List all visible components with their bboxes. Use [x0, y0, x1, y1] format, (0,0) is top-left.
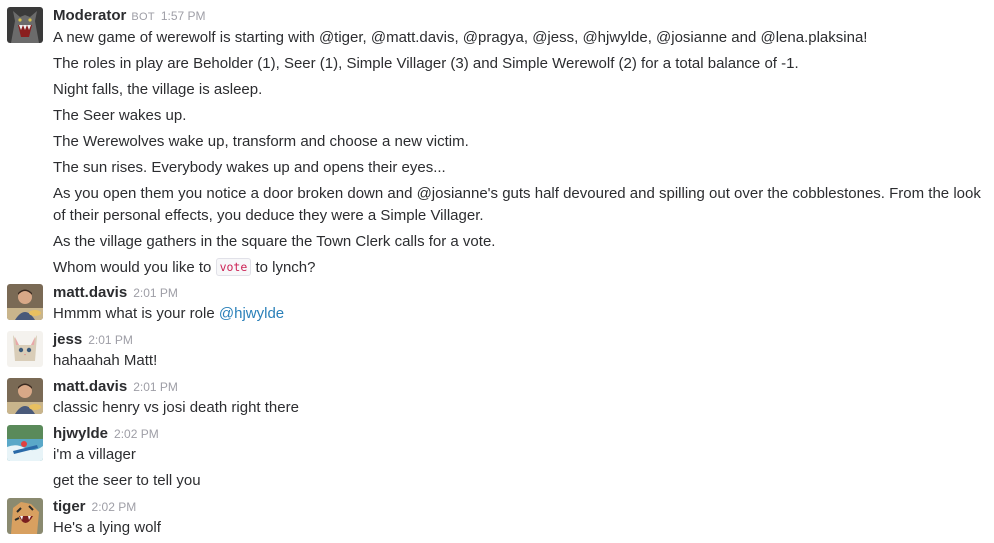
message-line: As you open them you notice a door broke…: [53, 185, 981, 224]
message-line: The sun rises. Everybody wakes up and op…: [53, 159, 446, 176]
message-line: The Werewolves wake up, transform and ch…: [53, 133, 469, 150]
wolf-avatar-icon[interactable]: [7, 7, 43, 43]
author-name[interactable]: matt.davis: [53, 378, 127, 395]
timestamp[interactable]: 1:57 PM: [161, 9, 206, 23]
vote-line-before: Whom would you like to: [53, 259, 216, 276]
author-name[interactable]: hjwylde: [53, 425, 108, 442]
message-line: A new game of werewolf is starting with …: [53, 29, 868, 46]
vote-line: Whom would you like to vote to lynch?: [53, 257, 988, 279]
message-line: As the village gathers in the square the…: [53, 233, 496, 250]
vote-code: vote: [215, 258, 252, 276]
message-header: tiger 2:02 PM: [53, 498, 136, 518]
timestamp[interactable]: 2:02 PM: [114, 427, 159, 441]
message-jess: jess 2:01 PM hahaahah Matt!: [0, 331, 994, 377]
message-hjwylde: hjwylde 2:02 PM i'm a villager get the se…: [0, 425, 994, 497]
message-moderator: Moderator BOT 1:57 PM A new game of werewo…: [0, 0, 994, 282]
user-mention[interactable]: @hjwylde: [219, 305, 284, 322]
message-line: hahaahah Matt!: [53, 352, 158, 369]
timestamp[interactable]: 2:01 PM: [133, 380, 178, 394]
tiger-avatar-icon[interactable]: [7, 498, 43, 534]
message-header: hjwylde 2:02 PM: [53, 425, 159, 445]
timestamp[interactable]: 2:02 PM: [92, 500, 137, 514]
cat-avatar-icon[interactable]: [7, 331, 43, 367]
message-text: Hmmm what is your role: [53, 305, 219, 322]
message-header: jess 2:01 PM: [53, 331, 133, 351]
message-line: classic henry vs josi death right there: [53, 399, 299, 416]
timestamp[interactable]: 2:01 PM: [88, 333, 133, 347]
message-line: He's a lying wolf: [53, 519, 161, 536]
river-avatar-icon[interactable]: [7, 425, 43, 461]
message-line: The roles in play are Beholder (1), Seer…: [53, 55, 799, 72]
message-tiger: tiger 2:02 PM He's a lying wolf: [0, 498, 994, 543]
message-line: Night falls, the village is asleep.: [53, 81, 263, 98]
message-matt-davis: matt.davis 2:01 PM classic henry vs josi …: [0, 378, 994, 424]
message-line: get the seer to tell you: [53, 472, 201, 489]
message-line: i'm a villager: [53, 446, 136, 463]
message-header: Moderator BOT 1:57 PM: [53, 7, 206, 27]
vote-line-after: to lynch?: [251, 259, 316, 276]
author-name[interactable]: Moderator: [53, 7, 126, 24]
message-header: matt.davis 2:01 PM: [53, 378, 178, 398]
bot-badge: BOT: [131, 11, 155, 23]
message-header: matt.davis 2:01 PM: [53, 284, 178, 304]
matt-avatar-icon[interactable]: [7, 378, 43, 414]
message-line: Hmmm what is your role @hjwylde: [53, 303, 988, 325]
message-line: The Seer wakes up.: [53, 107, 187, 124]
message-matt-davis: matt.davis 2:01 PM Hmmm what is your role…: [0, 284, 994, 330]
author-name[interactable]: jess: [53, 331, 82, 348]
author-name[interactable]: matt.davis: [53, 284, 127, 301]
matt-avatar-icon[interactable]: [7, 284, 43, 320]
timestamp[interactable]: 2:01 PM: [133, 286, 178, 300]
author-name[interactable]: tiger: [53, 498, 86, 515]
